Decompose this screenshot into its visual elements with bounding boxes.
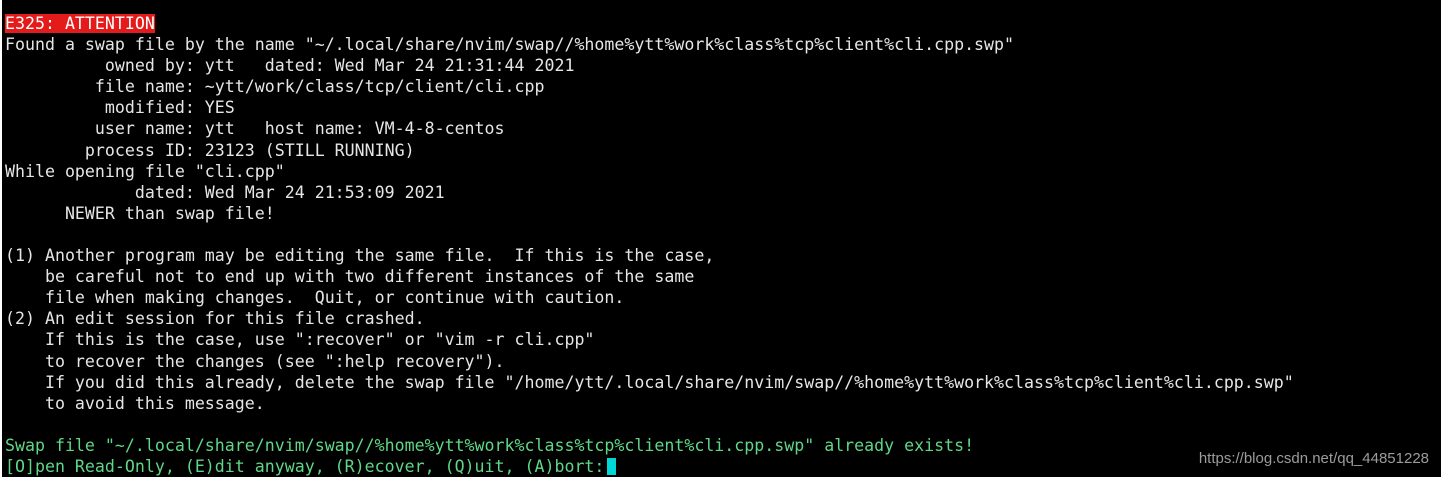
message-line: (2) An edit session for this file crashe… bbox=[5, 309, 425, 329]
message-line: user name: ytt host name: VM-4-8-centos bbox=[5, 119, 505, 139]
message-line: If this is the case, use ":recover" or "… bbox=[5, 330, 595, 350]
message-line: NEWER than swap file! bbox=[5, 203, 275, 223]
terminal-cursor[interactable] bbox=[607, 457, 617, 475]
message-line: file name: ~ytt/work/class/tcp/client/cl… bbox=[5, 77, 545, 97]
message-line: be careful not to end up with two differ… bbox=[5, 267, 695, 287]
message-line: to recover the changes (see ":help recov… bbox=[5, 351, 505, 371]
terminal-window[interactable]: E325: ATTENTION Found a swap file by the… bbox=[0, 0, 1441, 477]
message-line: Found a swap file by the name "~/.local/… bbox=[5, 35, 1015, 55]
message-line bbox=[5, 224, 1441, 245]
message-line: dated: Wed Mar 24 21:53:09 2021 bbox=[5, 182, 445, 202]
message-line: (1) Another program may be editing the s… bbox=[5, 246, 715, 266]
message-line: owned by: ytt dated: Wed Mar 24 21:31:44… bbox=[5, 56, 575, 76]
message-line: modified: YES bbox=[5, 98, 235, 118]
watermark: https://blog.csdn.net/qq_44851228 bbox=[1198, 450, 1429, 467]
message-line bbox=[5, 414, 1441, 435]
error-code-badge: E325: ATTENTION bbox=[5, 14, 155, 33]
message-line: to avoid this message. bbox=[5, 393, 265, 413]
error-line: E325: ATTENTION bbox=[5, 13, 1441, 34]
message-line: process ID: 23123 (STILL RUNNING) bbox=[5, 140, 415, 160]
message-line: file when making changes. Quit, or conti… bbox=[5, 288, 625, 308]
prompt-text: [O]pen Read-Only, (E)dit anyway, (R)ecov… bbox=[5, 456, 605, 476]
message-line: While opening file "cli.cpp" bbox=[5, 161, 285, 181]
message-line: If you did this already, delete the swap… bbox=[5, 372, 1294, 392]
